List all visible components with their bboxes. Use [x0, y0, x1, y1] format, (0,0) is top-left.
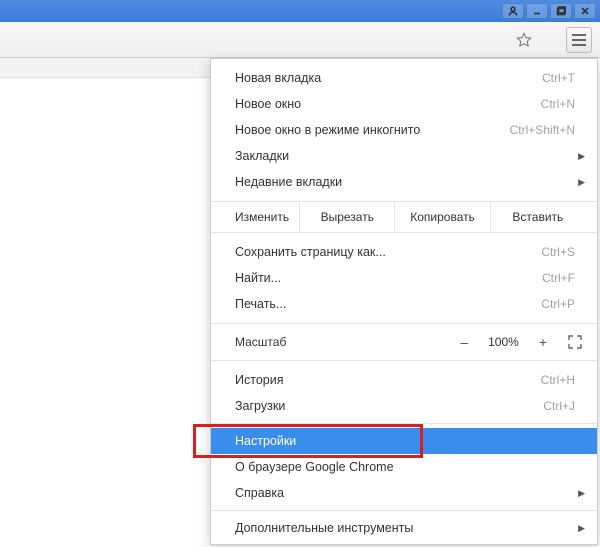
menu-bookmarks[interactable]: Закладки ▶ [211, 143, 597, 169]
menu-settings[interactable]: Настройки [211, 428, 597, 454]
menu-label: Недавние вкладки [235, 175, 575, 189]
menu-label: Загрузки [235, 399, 543, 413]
menu-incognito[interactable]: Новое окно в режиме инкогнито Ctrl+Shift… [211, 117, 597, 143]
shortcut: Ctrl+J [543, 399, 575, 413]
zoom-value: 100% [478, 331, 529, 353]
menu-label: Закладки [235, 149, 575, 163]
shortcut: Ctrl+Shift+N [510, 123, 575, 137]
minimize-button[interactable] [526, 3, 548, 19]
menu-label: Сохранить страницу как... [235, 245, 541, 259]
menu-zoom-row: Масштаб – 100% + [211, 323, 597, 361]
menu-label: О браузере Google Chrome [235, 460, 575, 474]
menu-label: Печать... [235, 297, 541, 311]
zoom-out-button[interactable]: – [450, 330, 478, 354]
shortcut: Ctrl+S [541, 245, 575, 259]
titlebar [0, 0, 600, 22]
close-button[interactable] [574, 3, 596, 19]
zoom-in-button[interactable]: + [529, 330, 557, 354]
maximize-button[interactable] [550, 3, 572, 19]
menu-new-window[interactable]: Новое окно Ctrl+N [211, 91, 597, 117]
fullscreen-button[interactable] [567, 334, 583, 350]
menu-save-as[interactable]: Сохранить страницу как... Ctrl+S [211, 239, 597, 265]
menu-print[interactable]: Печать... Ctrl+P [211, 291, 597, 317]
tab-strip-bg [0, 58, 210, 78]
chrome-menu-button[interactable] [566, 27, 592, 53]
menu-about[interactable]: О браузере Google Chrome [211, 454, 597, 480]
menu-label: Новое окно [235, 97, 541, 111]
submenu-arrow-icon: ▶ [578, 488, 585, 499]
shortcut: Ctrl+H [541, 373, 575, 387]
menu-recent-tabs[interactable]: Недавние вкладки ▶ [211, 169, 597, 195]
edit-label: Изменить [211, 202, 299, 232]
paste-button[interactable]: Вставить [490, 202, 597, 232]
menu-label: Справка [235, 486, 575, 500]
shortcut: Ctrl+T [542, 71, 575, 85]
menu-more-tools[interactable]: Дополнительные инструменты ▶ [211, 515, 597, 541]
menu-label: Новая вкладка [235, 71, 542, 85]
menu-history[interactable]: История Ctrl+H [211, 367, 597, 393]
submenu-arrow-icon: ▶ [578, 523, 585, 534]
menu-downloads[interactable]: Загрузки Ctrl+J [211, 393, 597, 419]
separator [211, 423, 597, 424]
menu-label: Найти... [235, 271, 542, 285]
separator [211, 545, 597, 546]
menu-label: История [235, 373, 541, 387]
shortcut: Ctrl+N [541, 97, 575, 111]
menu-help[interactable]: Справка ▶ [211, 480, 597, 506]
cut-button[interactable]: Вырезать [299, 202, 394, 232]
menu-edit-row: Изменить Вырезать Копировать Вставить [211, 201, 597, 233]
submenu-arrow-icon: ▶ [578, 151, 585, 162]
browser-window: Новая вкладка Ctrl+T Новое окно Ctrl+N Н… [0, 0, 600, 547]
chrome-menu: Новая вкладка Ctrl+T Новое окно Ctrl+N Н… [210, 58, 598, 545]
menu-new-tab[interactable]: Новая вкладка Ctrl+T [211, 65, 597, 91]
menu-find[interactable]: Найти... Ctrl+F [211, 265, 597, 291]
toolbar [0, 22, 600, 58]
shortcut: Ctrl+P [541, 297, 575, 311]
separator [211, 510, 597, 511]
user-button[interactable] [502, 3, 524, 19]
shortcut: Ctrl+F [542, 271, 575, 285]
submenu-arrow-icon: ▶ [578, 177, 585, 188]
menu-label: Настройки [235, 434, 575, 448]
menu-label: Новое окно в режиме инкогнито [235, 123, 510, 137]
zoom-label: Масштаб [235, 335, 450, 349]
menu-label: Дополнительные инструменты [235, 521, 575, 535]
copy-button[interactable]: Копировать [394, 202, 489, 232]
bookmark-star-icon[interactable] [512, 28, 536, 52]
